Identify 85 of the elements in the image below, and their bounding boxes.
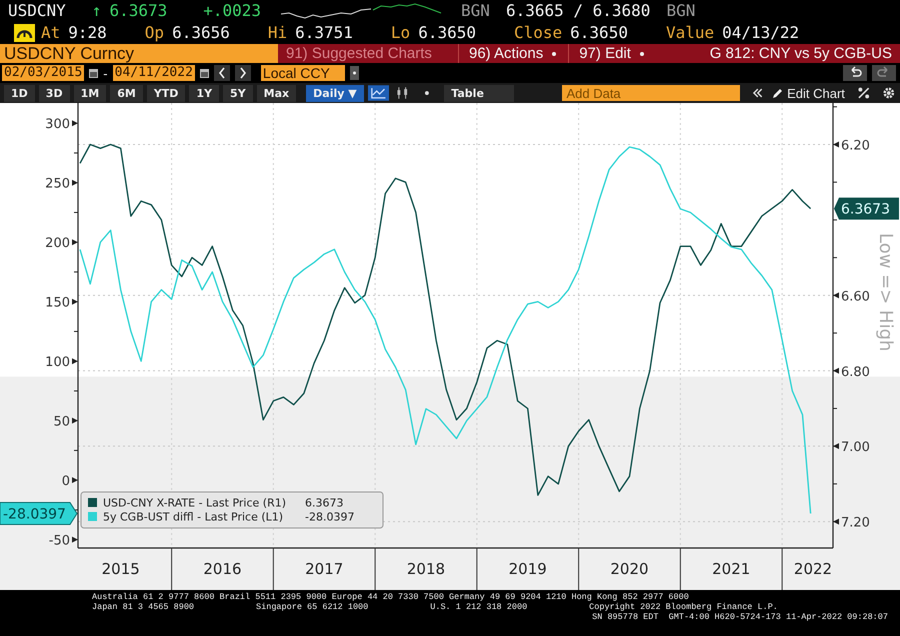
- contact-line: Copyright 2022 Bloomberg Finance L.P.: [589, 602, 778, 612]
- start-date-field[interactable]: 02/03/2015: [2, 65, 84, 81]
- legend-value: 6.3673: [305, 496, 344, 510]
- chart-title: G 812: CNY vs 5y CGB-US: [710, 45, 893, 62]
- year-label: 2016: [203, 560, 242, 578]
- stat-label: Value: [666, 23, 714, 43]
- axis-label: 0: [62, 474, 70, 490]
- year-label: 2018: [406, 560, 446, 578]
- session-info: SN 895778 EDT GMT-4:00 H620-5724-173 11-Apr-2022 09:28:07: [592, 612, 888, 622]
- price-change: +.0023: [203, 1, 262, 21]
- next-icon[interactable]: [234, 65, 251, 81]
- contact-line: Japan 81 3 4565 8900: [92, 602, 194, 612]
- price-source: BGN: [461, 1, 490, 21]
- line-chart-icon[interactable]: [368, 85, 389, 101]
- axis-label: 7.20: [841, 516, 870, 531]
- ticker: USDCNY: [8, 1, 66, 21]
- stat-value: 6.3650: [570, 23, 628, 43]
- axis-title: Low => High: [875, 233, 896, 352]
- axis-label: 50: [53, 414, 70, 430]
- axis-label: 250: [45, 176, 70, 192]
- axis-label: 6.80: [841, 364, 870, 380]
- legend-label: 5y CGB-UST diffl - Last Price (L1): [103, 510, 284, 524]
- range-button[interactable]: 1Y: [189, 84, 220, 102]
- calendar-icon[interactable]: [89, 68, 98, 78]
- table-button[interactable]: Table: [444, 84, 514, 102]
- stat-label: Op: [144, 23, 164, 43]
- stat-value: 04/13/22: [722, 23, 800, 43]
- year-label: 2019: [508, 560, 547, 578]
- range-button[interactable]: 6M: [110, 84, 143, 102]
- pencil-icon: [772, 88, 784, 98]
- price-source: BGN: [666, 1, 696, 21]
- last-price: 6.3673: [109, 1, 168, 21]
- add-data-field[interactable]: Add Data: [562, 85, 740, 101]
- edit-chart-button[interactable]: Edit Chart: [768, 86, 849, 100]
- year-label: 2015: [102, 560, 140, 578]
- range-button[interactable]: Max: [256, 84, 296, 102]
- redo-icon[interactable]: [872, 65, 896, 81]
- axis-label: 300: [45, 117, 70, 132]
- axis-label: 6.20: [841, 138, 870, 154]
- range-button[interactable]: 5Y: [223, 84, 253, 102]
- gauge-icon[interactable]: [14, 24, 35, 42]
- last-value-tag: -28.0397: [0, 502, 78, 525]
- end-date-field[interactable]: 04/11/2022: [112, 65, 195, 81]
- range-button[interactable]: 3D: [38, 84, 70, 102]
- stat-value: 6.3656: [172, 23, 230, 43]
- up-arrow: ↑: [92, 1, 102, 21]
- last-value-tag: 6.3673: [834, 198, 899, 220]
- collapse-icon[interactable]: [752, 87, 764, 99]
- date-separator: -: [103, 66, 108, 80]
- stat-value: 6.3751: [295, 23, 353, 43]
- range-button[interactable]: 1D: [4, 84, 35, 102]
- stat-label: At: [41, 23, 60, 43]
- currency-field[interactable]: Local CCY: [260, 65, 345, 81]
- previous-icon[interactable]: [214, 65, 230, 81]
- axis-label: 100: [45, 355, 70, 370]
- security-field[interactable]: USDCNY Curncy: [0, 44, 278, 63]
- settings-icon[interactable]: [882, 86, 896, 100]
- bid-ask: 6.3665 / 6.3680: [506, 1, 650, 21]
- undo-icon[interactable]: [843, 65, 867, 81]
- year-label: 2020: [610, 560, 649, 578]
- frequency-dropdown[interactable]: Daily ▼: [306, 84, 364, 102]
- axis-label: 200: [45, 236, 70, 252]
- contact-line: Australia 61 2 9777 8600 Brazil 5511 2395 9000 Europe 44 20 7330 7500 Germany 49 69 9204 1210 Hong Kong 852 2977 6000: [92, 592, 689, 602]
- stat-label: Close: [514, 23, 562, 43]
- stat-label: Hi: [268, 23, 288, 43]
- year-label: 2022: [794, 560, 832, 578]
- legend-value: -28.0397: [305, 510, 354, 524]
- axis-label: 6.60: [841, 289, 870, 304]
- calendar-icon[interactable]: [200, 68, 209, 78]
- axis-label: 150: [45, 296, 70, 311]
- year-label: 2017: [305, 560, 344, 578]
- range-button[interactable]: 1M: [74, 84, 106, 102]
- legend-label: USD-CNY X-RATE - Last Price (R1): [103, 496, 286, 510]
- dropdown-icon[interactable]: [350, 66, 359, 80]
- stat-value: 6.3650: [418, 23, 476, 43]
- percent-icon[interactable]: [856, 86, 870, 100]
- contact-line: U.S. 1 212 318 2000: [430, 602, 528, 612]
- axis-label: 7.00: [841, 440, 870, 456]
- contact-line: Singapore 65 6212 1000: [256, 602, 368, 612]
- axis-label: -50: [48, 534, 70, 549]
- range-button[interactable]: YTD: [146, 84, 186, 102]
- stat-label: Lo: [390, 23, 410, 43]
- year-label: 2021: [712, 560, 750, 578]
- more-icon[interactable]: [424, 90, 430, 96]
- stat-value: 9:28: [68, 23, 107, 43]
